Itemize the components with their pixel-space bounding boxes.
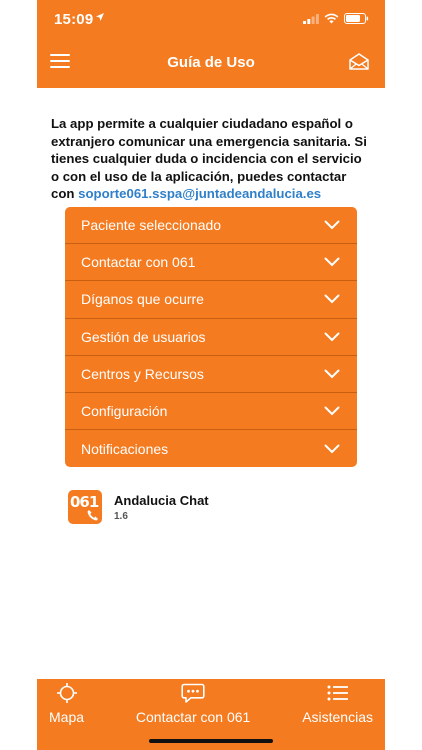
- chevron-down-icon: [324, 332, 340, 342]
- phone-handset-icon: [87, 510, 98, 521]
- status-indicators: [303, 13, 369, 24]
- page-title: Guía de Uso: [167, 54, 255, 71]
- app-header: 15:09 Guía de Uso: [37, 0, 385, 88]
- chevron-down-icon: [324, 406, 340, 416]
- location-arrow-icon: [96, 13, 104, 21]
- phone-screen: 15:09 Guía de Uso La app permite a cualq…: [37, 0, 385, 750]
- app-name: Andalucia Chat: [114, 492, 209, 508]
- accordion-item-label: Notificaciones: [81, 440, 169, 457]
- accordion-item-diganos[interactable]: Díganos que ocurre: [65, 281, 357, 319]
- accordion-item-label: Díganos que ocurre: [81, 291, 204, 308]
- tab-mapa[interactable]: Mapa: [49, 679, 84, 750]
- accordion-item-centros[interactable]: Centros y Recursos: [65, 356, 357, 393]
- signal-icon: [303, 13, 319, 24]
- chevron-down-icon: [324, 294, 340, 304]
- mail-icon[interactable]: [349, 53, 369, 70]
- tab-label: Asistencias: [302, 709, 373, 725]
- accordion-item-label: Centros y Recursos: [81, 365, 204, 382]
- list-icon: [327, 685, 348, 701]
- home-indicator[interactable]: [149, 739, 273, 743]
- accordion-item-paciente[interactable]: Paciente seleccionado: [65, 207, 357, 245]
- accordion-item-label: Configuración: [81, 403, 168, 420]
- tab-label: Contactar con 061: [135, 709, 251, 725]
- accordion-item-configuracion[interactable]: Configuración: [65, 393, 357, 431]
- accordion-item-notificaciones[interactable]: Notificaciones: [65, 430, 357, 467]
- accordion-item-usuarios[interactable]: Gestión de usuarios: [65, 319, 357, 356]
- chevron-down-icon: [324, 257, 340, 267]
- accordion-item-label: Paciente seleccionado: [81, 217, 222, 234]
- accordion-item-label: Gestión de usuarios: [81, 328, 206, 345]
- intro-text: La app permite a cualquier ciudadano esp…: [51, 115, 373, 203]
- tab-label: Mapa: [49, 709, 85, 725]
- bottom-tab-bar: Mapa Contactar con 061 Asistencias: [37, 679, 385, 750]
- app-version: 1.6: [114, 510, 128, 522]
- guide-accordion: Paciente seleccionado Contactar con 061 …: [65, 207, 357, 467]
- accordion-item-contactar[interactable]: Contactar con 061: [65, 244, 357, 282]
- chat-icon: [181, 683, 205, 703]
- tab-asistencias[interactable]: Asistencias: [302, 679, 373, 750]
- accordion-item-label: Contactar con 061: [81, 254, 196, 271]
- chevron-down-icon: [324, 369, 340, 379]
- app-info: 061 Andalucia Chat 1.6: [68, 490, 209, 524]
- chevron-down-icon: [324, 444, 340, 454]
- support-email-link[interactable]: soporte061.sspa@juntadeandalucia.es: [78, 186, 321, 201]
- crosshair-icon: [56, 683, 77, 703]
- battery-icon: [344, 13, 369, 24]
- app-logo: 061: [68, 490, 102, 524]
- status-time: 15:09: [54, 11, 94, 28]
- wifi-icon: [324, 13, 339, 24]
- chevron-down-icon: [324, 220, 340, 230]
